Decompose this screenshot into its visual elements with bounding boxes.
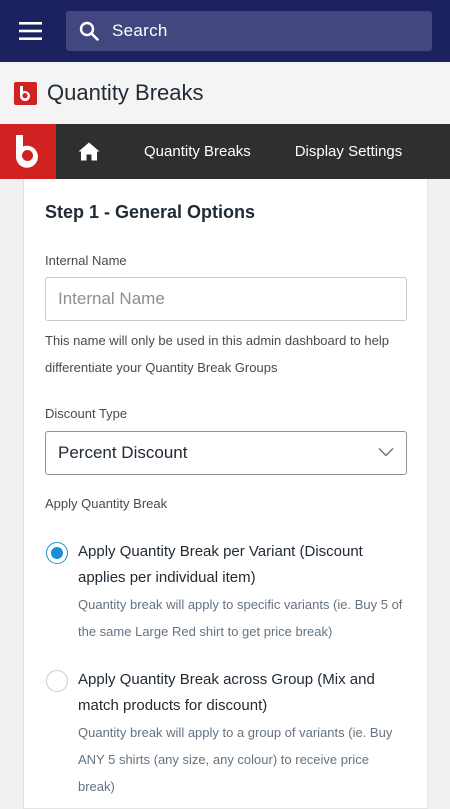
radio-description-across-group: Quantity break will apply to a group of … — [78, 725, 393, 794]
app-logo-icon — [14, 81, 37, 105]
internal-name-input[interactable] — [45, 277, 407, 321]
general-options-card: Step 1 - General Options Internal Name T… — [23, 179, 428, 809]
search-input[interactable] — [112, 11, 412, 51]
discount-type-select[interactable]: Percent Discount — [45, 431, 407, 475]
home-icon[interactable] — [56, 124, 122, 179]
app-nav: Quantity Breaks Display Settings — [0, 124, 450, 179]
radio-option-across-group[interactable]: Apply Quantity Break across Group (Mix a… — [45, 667, 410, 807]
step-title: Step 1 - General Options — [45, 202, 256, 222]
radio-description-per-variant: Quantity break will apply to specific va… — [78, 597, 403, 639]
page-title: Quantity Breaks — [47, 80, 204, 105]
nav-display-settings[interactable]: Display Settings — [295, 143, 403, 160]
discount-type-label: Discount Type — [45, 406, 128, 421]
radio-option-per-variant[interactable]: Apply Quantity Break per Variant (Discou… — [45, 539, 410, 647]
internal-name-help: This name will only be used in this admi… — [45, 333, 389, 375]
radio-button-per-variant[interactable] — [46, 542, 68, 564]
internal-name-label: Internal Name — [45, 253, 127, 268]
radio-button-across-group[interactable] — [46, 670, 68, 692]
apply-quantity-break-label: Apply Quantity Break — [45, 496, 168, 511]
hamburger-icon[interactable] — [0, 0, 62, 62]
radio-title-across-group: Apply Quantity Break across Group (Mix a… — [78, 671, 375, 714]
search-bar[interactable] — [66, 11, 432, 51]
radio-title-per-variant: Apply Quantity Break per Variant (Discou… — [78, 543, 363, 586]
top-bar — [0, 0, 450, 62]
app-logo-icon[interactable] — [0, 124, 56, 179]
search-icon — [66, 11, 112, 51]
chevron-down-icon — [378, 444, 394, 462]
nav-quantity-breaks[interactable]: Quantity Breaks — [144, 143, 251, 160]
app-title-bar: Quantity Breaks — [0, 62, 450, 124]
discount-type-value: Percent Discount — [58, 443, 188, 462]
